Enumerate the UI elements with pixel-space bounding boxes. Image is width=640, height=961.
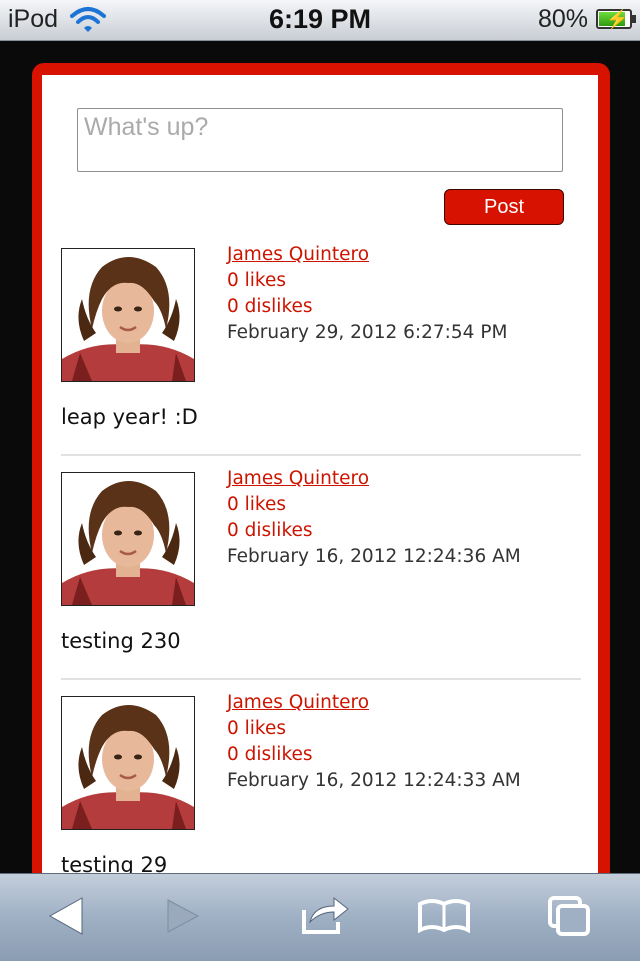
post-button[interactable]: Post: [444, 189, 564, 225]
likes-link[interactable]: 0 likes: [227, 494, 286, 515]
likes-link[interactable]: 0 likes: [227, 270, 286, 291]
post-text: testing 230: [61, 629, 181, 653]
feed-card: Post James Quintero 0 likes 0: [32, 63, 610, 935]
likes-link[interactable]: 0 likes: [227, 718, 286, 739]
post-date: February 16, 2012 12:24:36 AM: [227, 546, 521, 567]
avatar[interactable]: [61, 472, 195, 606]
bookmarks-icon[interactable]: [414, 892, 474, 942]
feed-post: James Quintero 0 likes 0 dislikes Februa…: [61, 244, 581, 472]
status-input[interactable]: [77, 108, 563, 172]
battery-icon: ⚡: [596, 9, 636, 29]
feed-panel: Post James Quintero 0 likes 0: [42, 75, 598, 935]
back-arrow-icon[interactable]: [40, 892, 100, 942]
battery-percent: 80%: [537, 5, 588, 33]
feed-post: James Quintero 0 likes 0 dislikes Februa…: [61, 468, 581, 696]
post-text: leap year! :D: [61, 405, 198, 429]
browser-toolbar: [0, 873, 640, 961]
dislikes-link[interactable]: 0 dislikes: [227, 520, 313, 541]
post-date: February 29, 2012 6:27:54 PM: [227, 322, 508, 343]
dislikes-link[interactable]: 0 dislikes: [227, 296, 313, 317]
forward-arrow-icon[interactable]: [150, 892, 210, 942]
share-icon[interactable]: [296, 892, 356, 942]
status-bar: iPod 6:19 PM 80% ⚡: [0, 0, 640, 41]
dislikes-link[interactable]: 0 dislikes: [227, 744, 313, 765]
divider: [61, 678, 581, 680]
avatar[interactable]: [61, 696, 195, 830]
author-link[interactable]: James Quintero: [227, 468, 369, 489]
post-date: February 16, 2012 12:24:33 AM: [227, 770, 521, 791]
avatar[interactable]: [61, 248, 195, 382]
charging-bolt-icon: ⚡: [606, 9, 629, 29]
author-link[interactable]: James Quintero: [227, 692, 369, 713]
author-link[interactable]: James Quintero: [227, 244, 369, 265]
pages-icon[interactable]: [540, 892, 600, 942]
divider: [61, 454, 581, 456]
